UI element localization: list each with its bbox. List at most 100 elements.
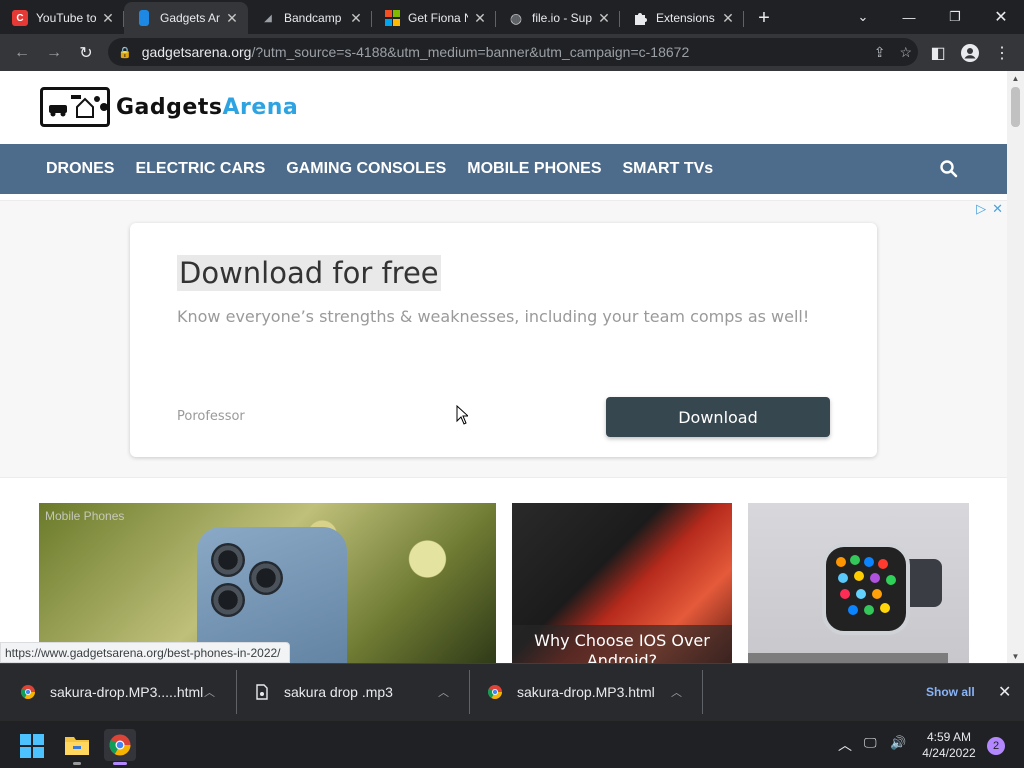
gadgets-arena-icon [139,10,149,26]
scroll-down-arrow-icon[interactable]: ▼ [1007,649,1024,663]
chrome-icon [20,685,35,699]
reload-icon[interactable]: ↻ [70,37,102,69]
window-close-button[interactable]: ✕ [978,0,1024,34]
url-path: /?utm_source=s-4188&utm_medium=banner&ut… [251,44,690,60]
notification-badge[interactable]: 2 [987,737,1005,755]
profile-icon[interactable] [954,37,986,69]
close-download-bar-icon[interactable]: ✕ [998,682,1011,702]
bookmark-star-icon[interactable]: ☆ [899,44,912,61]
youtube-converter-icon: C [12,10,28,26]
tab-title: Extensions [656,11,715,25]
chevron-up-icon[interactable]: ︿ [204,684,220,700]
nav-item-smart-tvs[interactable]: SMART TVs [622,160,713,178]
lock-icon[interactable]: 🔒 [118,46,132,59]
tab-get-fiona[interactable]: Get Fiona N ✕ [372,2,496,34]
tab-bandcamp[interactable]: ◢ Bandcamp ✕ [248,2,372,34]
windows-start-icon[interactable] [20,734,44,758]
close-icon[interactable]: ✕ [348,10,364,26]
ad-choices: ▷ ✕ [976,201,1003,217]
tab-youtube-converter[interactable]: C YouTube to ✕ [0,2,124,34]
microsoft-icon [384,10,400,26]
file-explorer-icon[interactable] [61,729,93,765]
nav-item-drones[interactable]: DRONES [46,160,114,178]
ad-card[interactable]: Download for free Know everyone’s streng… [130,223,877,457]
minimize-button[interactable]: — [886,0,932,34]
globe-icon: ◍ [509,9,523,26]
tab-search-button[interactable]: ⌄ [840,0,886,34]
close-icon[interactable]: ✕ [100,10,116,26]
download-separator [702,670,703,714]
download-separator [236,670,237,714]
running-indicator [73,762,81,765]
card-caption[interactable]: Why Choose IOS Over Android? [512,625,732,663]
download-filename: sakura-drop.MP3.....html [50,684,204,700]
camera-lens [211,583,245,617]
chrome-icon [487,685,502,699]
tab-title: Get Fiona N [408,11,468,25]
browser-toolbar: ← → ↻ 🔒 gadgetsarena.org/?utm_source=s-4… [0,34,1024,71]
network-icon[interactable]: 🖵 [864,735,877,751]
puzzle-icon [632,10,648,26]
article-card-watch[interactable] [748,503,969,663]
download-item[interactable]: sakura-drop.MP3.....html ︿ [20,672,220,712]
tab-extensions[interactable]: Extensions ✕ [620,2,744,34]
close-icon[interactable]: ✕ [472,10,488,26]
ad-container: ▷ ✕ Download for free Know everyone’s st… [0,200,1007,478]
nav-item-electric-cars[interactable]: ELECTRIC CARS [135,160,265,178]
ad-subtext: Know everyone’s strengths & weaknesses, … [177,307,810,326]
logo-text-arena: Arena [222,95,299,120]
scroll-up-arrow-icon[interactable]: ▲ [1007,71,1024,85]
article-card-phones[interactable]: Mobile Phones [39,503,496,663]
article-cards: Mobile Phones Why Choose IOS Over Androi… [0,503,1007,663]
card-caption-bar [748,653,948,663]
camera-lens [249,561,283,595]
page-viewport: GadgetsArena DRONES ELECTRIC CARS GAMING… [0,71,1024,663]
close-icon[interactable]: ✕ [596,10,612,26]
download-item[interactable]: sakura-drop.MP3.html ︿ [487,672,687,712]
clock-date: 4/24/2022 [922,746,976,760]
nav-item-mobile-phones[interactable]: MOBILE PHONES [467,160,601,178]
back-icon[interactable]: ← [6,37,38,69]
ad-advertiser: Porofessor [177,409,245,424]
tab-file-io[interactable]: ◍ file.io - Sup ✕ [496,2,620,34]
file-icon [256,684,268,700]
chevron-up-icon[interactable]: ︿ [438,684,454,700]
menu-icon[interactable]: ⋮ [986,37,1018,69]
bandcamp-icon: ◢ [264,12,272,24]
taskbar-clock[interactable]: 4:59 AM 4/24/2022 [921,729,977,761]
show-all-downloads-button[interactable]: Show all [926,685,975,699]
ad-download-button[interactable]: Download [606,397,830,437]
restore-button[interactable]: ❐ [932,0,978,34]
volume-icon[interactable]: 🔊 [890,735,906,751]
forward-icon[interactable]: → [38,37,70,69]
tab-title: YouTube to [36,11,96,25]
clock-time: 4:59 AM [926,730,972,744]
tray-chevron-up-icon[interactable]: ︿ [838,735,852,755]
tab-title: Gadgets Ar [160,11,220,25]
tab-title: Bandcamp [284,11,342,25]
share-icon[interactable]: ⇪ [874,44,886,61]
chevron-up-icon[interactable]: ︿ [671,684,687,700]
nav-item-gaming-consoles[interactable]: GAMING CONSOLES [286,160,446,178]
ad-info-icon[interactable]: ▷ [976,201,986,217]
new-tab-button[interactable]: + [750,2,778,34]
omnibox-actions: ⇪ ☆ [874,38,912,66]
address-bar[interactable]: 🔒 gadgetsarena.org/?utm_source=s-4188&ut… [108,38,918,66]
search-icon[interactable] [939,159,959,179]
chrome-taskbar-icon[interactable] [104,729,136,765]
close-icon[interactable]: ✕ [720,10,736,26]
close-icon[interactable]: ✕ [224,10,240,26]
ad-close-icon[interactable]: ✕ [992,201,1003,217]
tab-gadgets-arena[interactable]: Gadgets Ar ✕ [124,2,248,34]
download-separator [469,670,470,714]
tab-separator [743,11,744,27]
article-card-ios[interactable]: Why Choose IOS Over Android? [512,503,732,663]
windows-taskbar: ︿ 🖵 🔊 4:59 AM 4/24/2022 2 [0,720,1024,768]
side-panel-icon[interactable]: ◧ [922,37,954,69]
page-scrollbar[interactable]: ▲ ▼ [1007,71,1024,663]
scrollbar-thumb[interactable] [1011,87,1020,127]
logo-text-gadgets: Gadgets [116,95,223,120]
download-item[interactable]: sakura drop .mp3 ︿ [254,672,454,712]
site-logo-text[interactable]: GadgetsArena [116,95,298,120]
smartwatch-image [822,543,910,635]
